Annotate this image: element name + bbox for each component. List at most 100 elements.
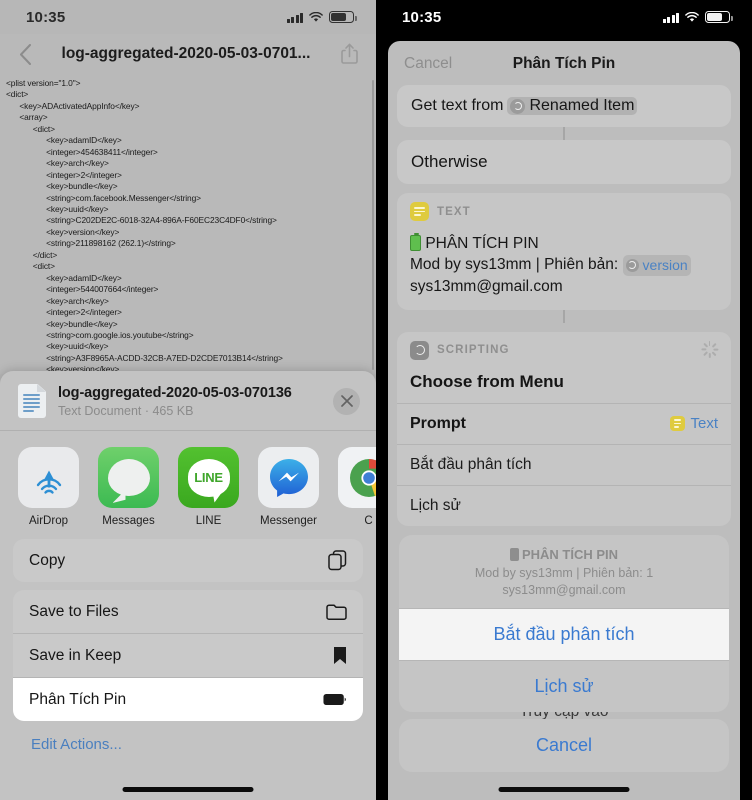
scripting-block-title: Choose from Menu [410, 371, 564, 391]
status-time: 10:35 [402, 8, 442, 26]
variable-icon [510, 98, 526, 114]
action-row-save-in-keep[interactable]: Save in Keep [13, 634, 363, 677]
app-label: LINE [195, 515, 222, 527]
app-label: Messages [102, 515, 155, 527]
action-sheet-sub1: Mod by sys13mm | Phiên bản: 1 [474, 566, 654, 580]
bookmark-icon [323, 646, 347, 665]
share-sheet: log-aggregated-2020-05-03-070136 Text Do… [0, 371, 376, 800]
otherwise-label: Otherwise [411, 152, 488, 171]
shortcut-nav-bar: Cancel Phân Tích Pin [388, 41, 740, 85]
close-icon[interactable] [333, 387, 360, 415]
right-phone-panel: 10:35 Cancel Phân Tích Pin Get text from [376, 0, 752, 800]
action-row-save-to-files[interactable]: Save to Files [13, 590, 363, 633]
battery-icon [705, 11, 733, 23]
action-label: Save in Keep [29, 646, 122, 664]
app-label: C [364, 515, 373, 527]
app-label: Messenger [260, 515, 317, 527]
line-icon: LINE [178, 447, 239, 508]
action-row-copy[interactable]: Copy [13, 539, 363, 582]
block-category: TEXT [437, 205, 471, 218]
action-sheet-header: PHÂN TÍCH PIN Mod by sys13mm | Phiên bản… [399, 535, 729, 608]
action-label: Copy [29, 551, 66, 569]
chrome-icon [338, 447, 376, 508]
copy-icon [323, 550, 347, 571]
menu-item-1[interactable]: Lịch sử [397, 486, 731, 526]
share-icon[interactable] [336, 43, 362, 65]
action-label: Phân Tích Pin [29, 690, 127, 708]
screenshot-stage: 10:35 log-aggregated-2020-05-03-0701... … [0, 0, 752, 800]
share-app-messenger[interactable]: Messenger [258, 447, 319, 527]
block-text[interactable]: TEXT PHÂN TÍCH PIN Mod by sys13mm | Phiê… [397, 193, 731, 310]
renamed-item-chip[interactable]: Renamed Item [507, 97, 638, 115]
cancel-button[interactable]: Cancel [404, 55, 452, 73]
get-text-prefix: Get text from [411, 97, 504, 114]
share-app-line[interactable]: LINE LINE [178, 447, 239, 527]
wifi-icon [309, 11, 323, 23]
file-subtitle: Text Document · 465 KB [58, 403, 194, 418]
battery-emoji [410, 232, 421, 251]
text-line-3: sys13mm@gmail.com [410, 277, 563, 295]
edit-actions-button[interactable]: Edit Actions... [13, 729, 363, 753]
flow-connector [563, 127, 565, 140]
messenger-icon [258, 447, 319, 508]
prompt-value-label: Text [690, 415, 718, 432]
scripting-badge-icon [410, 340, 429, 360]
shortcut-run-sheet: Cancel Phân Tích Pin Get text from Renam… [388, 41, 740, 800]
share-app-airdrop[interactable]: AirDrop [18, 447, 79, 527]
cellular-signal-icon [286, 12, 303, 23]
action-label: Save to Files [29, 602, 119, 620]
share-sheet-header: log-aggregated-2020-05-03-070136 Text Do… [0, 371, 376, 430]
action-sheet-title: PHÂN TÍCH PIN [413, 547, 715, 562]
file-name: log-aggregated-2020-05-03-070136 [58, 384, 292, 401]
action-sheet-cancel-button[interactable]: Cancel [399, 719, 729, 772]
text-document-icon [18, 384, 46, 418]
wifi-icon [685, 11, 699, 23]
version-var-label: version [642, 256, 688, 273]
text-badge-icon [410, 202, 429, 221]
block-scripting[interactable]: SCRIPTING Choose from Menu Prompt Text B… [397, 331, 731, 526]
version-variable-chip[interactable]: version [622, 254, 691, 276]
share-actions-list: Copy Save to Files Save in Keep Phân Tíc… [0, 539, 376, 753]
file-meta: log-aggregated-2020-05-03-070136 Text Do… [58, 385, 292, 418]
left-phone-panel: 10:35 log-aggregated-2020-05-03-0701... … [0, 0, 376, 800]
share-app-chrome[interactable]: C [338, 447, 376, 527]
loading-spinner-icon [700, 340, 718, 358]
action-sheet-title-text: PHÂN TÍCH PIN [521, 547, 619, 562]
scrollbar[interactable] [371, 80, 374, 370]
action-sheet-button-history[interactable]: Lịch sử [399, 661, 729, 712]
shortcut-body: Get text from Renamed Item Otherwise TEX… [388, 85, 740, 526]
home-indicator[interactable] [122, 787, 254, 792]
prompt-value[interactable]: Text [670, 415, 718, 432]
prompt-row[interactable]: Prompt Text [397, 404, 731, 444]
menu-item-0[interactable]: Bắt đầu phân tích [397, 445, 731, 485]
home-indicator[interactable] [498, 787, 630, 792]
text-line-2: Mod by sys13mm | Phiên bản: [410, 256, 619, 273]
chevron-left-icon[interactable] [14, 43, 36, 65]
action-row-phan-tich-pin[interactable]: Phân Tích Pin [13, 678, 363, 721]
airdrop-icon [18, 447, 79, 508]
right-status-bar: 10:35 [376, 0, 752, 34]
app-label: AirDrop [29, 515, 68, 527]
prompt-label: Prompt [410, 414, 466, 432]
action-sheet-button-start[interactable]: Bắt đầu phân tích [399, 609, 729, 660]
document-nav-bar: log-aggregated-2020-05-03-0701... [0, 34, 376, 74]
document-content-area[interactable]: <plist version="1.0"> <dict> <key>ADActi… [0, 74, 376, 374]
flow-connector [563, 309, 565, 323]
page-title: log-aggregated-2020-05-03-0701... [61, 45, 311, 62]
share-apps-row[interactable]: AirDrop Messages LINE LINE Messenger C [0, 431, 376, 539]
status-indicators [662, 11, 733, 23]
line-glyph: LINE [194, 470, 223, 485]
left-status-bar: 10:35 [0, 0, 376, 34]
share-app-messages[interactable]: Messages [98, 447, 159, 527]
card-otherwise[interactable]: Otherwise [397, 140, 731, 184]
card-get-text[interactable]: Get text from Renamed Item [397, 85, 731, 127]
status-time: 10:35 [26, 8, 66, 26]
action-group-2: Save to Files Save in Keep Phân Tích Pin [13, 590, 363, 721]
choose-from-menu-action-sheet: PHÂN TÍCH PIN Mod by sys13mm | Phiên bản… [399, 535, 729, 772]
block-category: SCRIPTING [437, 344, 510, 356]
text-block-content: PHÂN TÍCH PIN Mod by sys13mm | Phiên bản… [410, 232, 718, 297]
text-line-1: PHÂN TÍCH PIN [425, 235, 539, 252]
battery-icon [329, 11, 357, 23]
battery-icon [323, 693, 347, 706]
plist-text: <plist version="1.0"> <dict> <key>ADActi… [6, 78, 283, 374]
